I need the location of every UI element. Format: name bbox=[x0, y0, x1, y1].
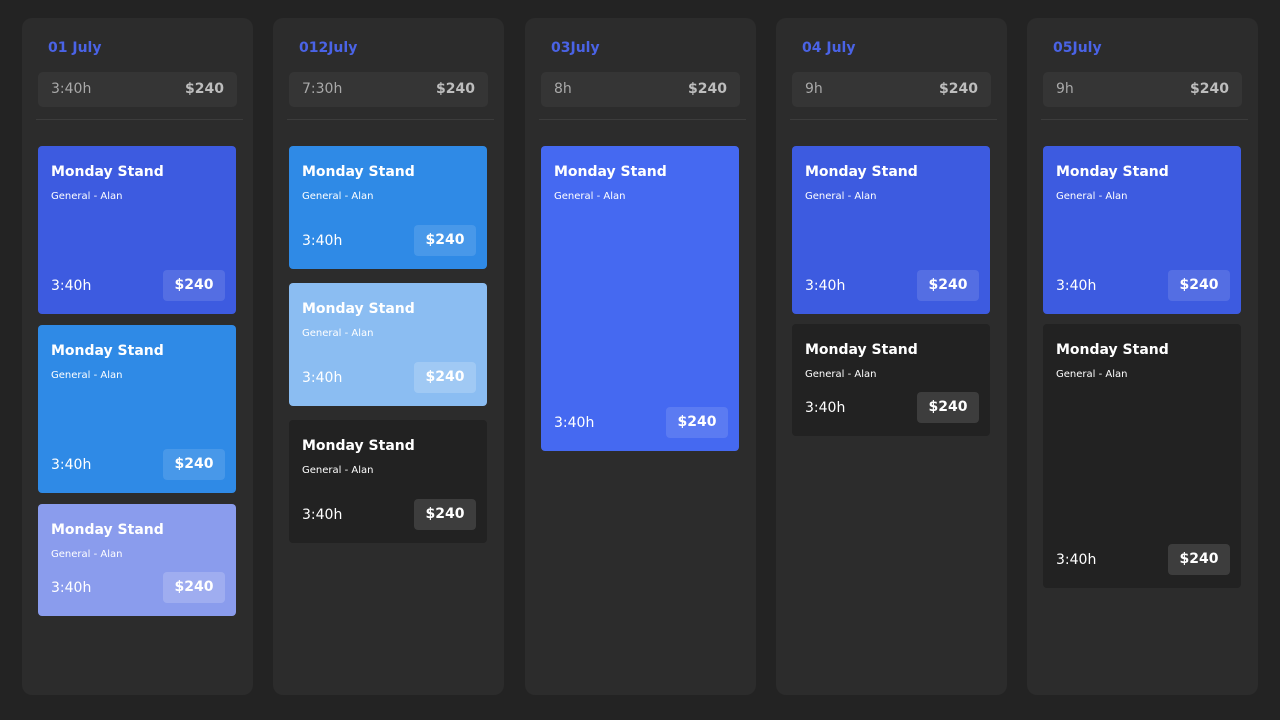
event-subtitle: General - Alan bbox=[51, 191, 123, 202]
event-price-badge[interactable]: $240 bbox=[163, 270, 225, 301]
event-card[interactable]: Monday Stand General - Alan 3:40h $240 bbox=[289, 283, 487, 406]
column-date: 05July bbox=[1053, 40, 1102, 56]
event-duration: 3:40h bbox=[805, 400, 846, 416]
day-column-01-july: 01 July 3:40h $240 Monday Stand General … bbox=[22, 18, 253, 695]
event-card[interactable]: Monday Stand General - Alan 3:40h $240 bbox=[289, 420, 487, 543]
event-subtitle: General - Alan bbox=[302, 191, 374, 202]
summary-price: $240 bbox=[185, 81, 224, 97]
event-price-badge[interactable]: $240 bbox=[414, 362, 476, 393]
column-date: 03July bbox=[551, 40, 600, 56]
event-card[interactable]: Monday Stand General - Alan 3:40h $240 bbox=[792, 324, 990, 436]
event-subtitle: General - Alan bbox=[1056, 369, 1128, 380]
event-title: Monday Stand bbox=[554, 164, 667, 180]
summary-price: $240 bbox=[939, 81, 978, 97]
event-card[interactable]: Monday Stand General - Alan 3:40h $240 bbox=[792, 146, 990, 314]
event-title: Monday Stand bbox=[302, 164, 415, 180]
event-card[interactable]: Monday Stand General - Alan 3:40h $240 bbox=[38, 146, 236, 314]
event-title: Monday Stand bbox=[302, 301, 415, 317]
day-column-02-july: 012July 7:30h $240 Monday Stand General … bbox=[273, 18, 504, 695]
summary-duration: 9h bbox=[805, 81, 823, 97]
event-subtitle: General - Alan bbox=[805, 369, 877, 380]
event-duration: 3:40h bbox=[302, 507, 343, 523]
day-summary: 8h $240 bbox=[541, 72, 740, 107]
event-price-badge[interactable]: $240 bbox=[666, 407, 728, 438]
event-price-badge[interactable]: $240 bbox=[917, 270, 979, 301]
event-price-badge[interactable]: $240 bbox=[1168, 270, 1230, 301]
event-subtitle: General - Alan bbox=[1056, 191, 1128, 202]
day-column-05-july: 05July 9h $240 Monday Stand General - Al… bbox=[1027, 18, 1258, 695]
event-title: Monday Stand bbox=[1056, 164, 1169, 180]
day-summary: 7:30h $240 bbox=[289, 72, 488, 107]
event-title: Monday Stand bbox=[51, 522, 164, 538]
event-duration: 3:40h bbox=[51, 457, 92, 473]
event-duration: 3:40h bbox=[302, 233, 343, 249]
column-date: 012July bbox=[299, 40, 358, 56]
day-summary: 9h $240 bbox=[1043, 72, 1242, 107]
summary-duration: 3:40h bbox=[51, 81, 92, 97]
event-card[interactable]: Monday Stand General - Alan 3:40h $240 bbox=[1043, 324, 1241, 588]
event-card[interactable]: Monday Stand General - Alan 3:40h $240 bbox=[541, 146, 739, 451]
event-duration: 3:40h bbox=[51, 278, 92, 294]
event-title: Monday Stand bbox=[302, 438, 415, 454]
summary-price: $240 bbox=[436, 81, 475, 97]
summary-duration: 9h bbox=[1056, 81, 1074, 97]
event-title: Monday Stand bbox=[51, 164, 164, 180]
summary-price: $240 bbox=[688, 81, 727, 97]
event-price-badge[interactable]: $240 bbox=[163, 449, 225, 480]
event-subtitle: General - Alan bbox=[302, 465, 374, 476]
column-divider bbox=[539, 119, 746, 120]
summary-price: $240 bbox=[1190, 81, 1229, 97]
event-title: Monday Stand bbox=[1056, 342, 1169, 358]
event-subtitle: General - Alan bbox=[554, 191, 626, 202]
column-divider bbox=[790, 119, 997, 120]
column-date: 04 July bbox=[802, 40, 856, 56]
summary-duration: 8h bbox=[554, 81, 572, 97]
day-column-03-july: 03July 8h $240 Monday Stand General - Al… bbox=[525, 18, 756, 695]
event-price-badge[interactable]: $240 bbox=[414, 225, 476, 256]
event-duration: 3:40h bbox=[554, 415, 595, 431]
event-price-badge[interactable]: $240 bbox=[917, 392, 979, 423]
event-price-badge[interactable]: $240 bbox=[163, 572, 225, 603]
event-card[interactable]: Monday Stand General - Alan 3:40h $240 bbox=[1043, 146, 1241, 314]
schedule-board: 01 July 3:40h $240 Monday Stand General … bbox=[0, 0, 1280, 720]
day-summary: 9h $240 bbox=[792, 72, 991, 107]
event-subtitle: General - Alan bbox=[805, 191, 877, 202]
event-duration: 3:40h bbox=[1056, 552, 1097, 568]
event-title: Monday Stand bbox=[805, 342, 918, 358]
event-duration: 3:40h bbox=[805, 278, 846, 294]
event-title: Monday Stand bbox=[51, 343, 164, 359]
event-card[interactable]: Monday Stand General - Alan 3:40h $240 bbox=[38, 325, 236, 493]
column-divider bbox=[36, 119, 243, 120]
summary-duration: 7:30h bbox=[302, 81, 343, 97]
event-price-badge[interactable]: $240 bbox=[414, 499, 476, 530]
day-column-04-july: 04 July 9h $240 Monday Stand General - A… bbox=[776, 18, 1007, 695]
event-duration: 3:40h bbox=[1056, 278, 1097, 294]
event-title: Monday Stand bbox=[805, 164, 918, 180]
event-card[interactable]: Monday Stand General - Alan 3:40h $240 bbox=[38, 504, 236, 616]
event-card[interactable]: Monday Stand General - Alan 3:40h $240 bbox=[289, 146, 487, 269]
event-subtitle: General - Alan bbox=[302, 328, 374, 339]
column-date: 01 July bbox=[48, 40, 102, 56]
event-duration: 3:40h bbox=[51, 580, 92, 596]
event-price-badge[interactable]: $240 bbox=[1168, 544, 1230, 575]
event-duration: 3:40h bbox=[302, 370, 343, 386]
column-divider bbox=[1041, 119, 1248, 120]
day-summary: 3:40h $240 bbox=[38, 72, 237, 107]
event-subtitle: General - Alan bbox=[51, 370, 123, 381]
column-divider bbox=[287, 119, 494, 120]
event-subtitle: General - Alan bbox=[51, 549, 123, 560]
